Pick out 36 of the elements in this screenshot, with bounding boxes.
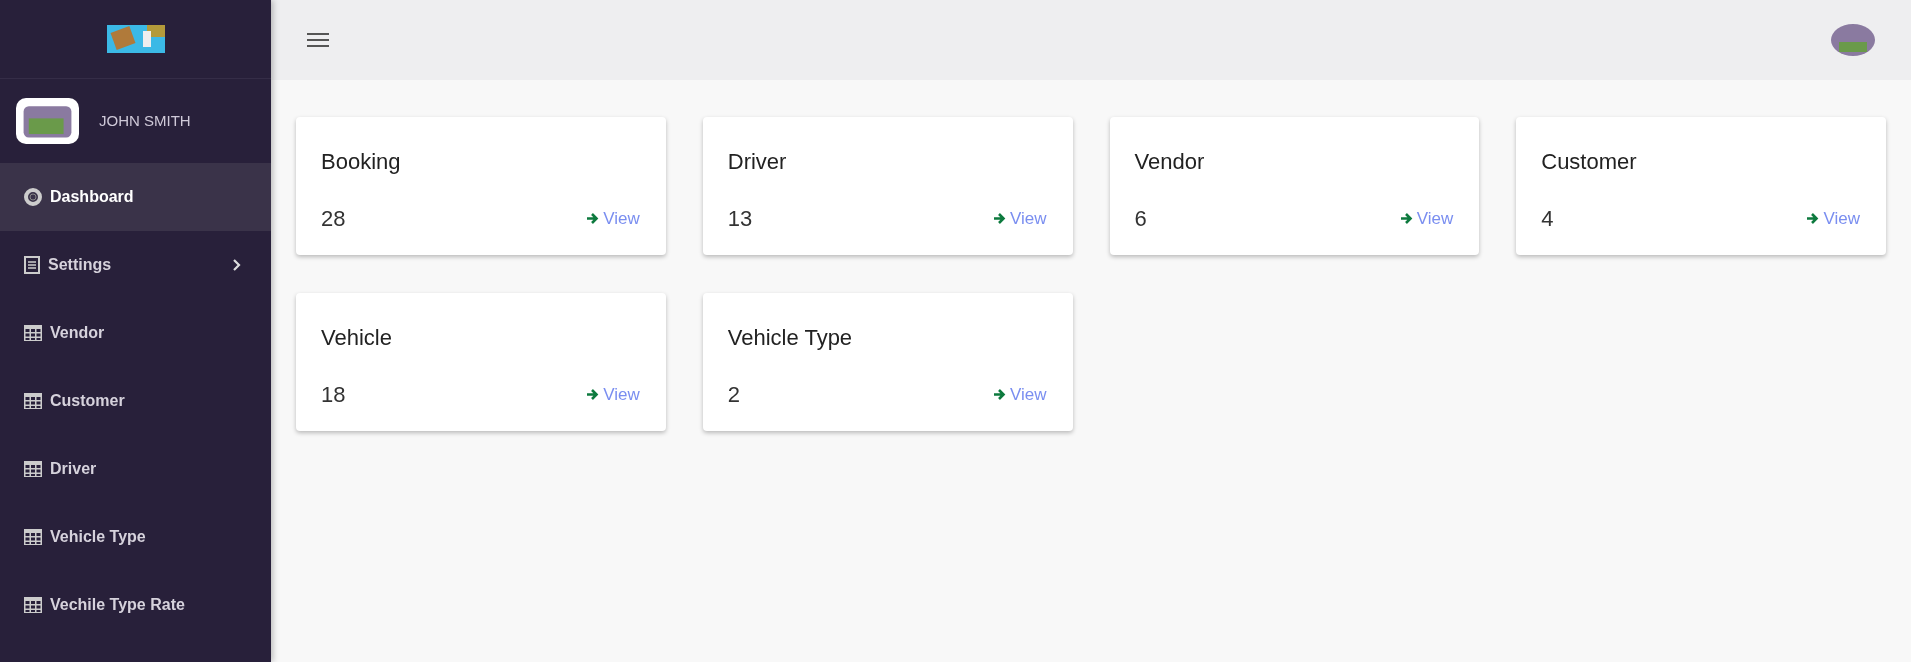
user-avatar[interactable] [1831, 24, 1875, 56]
sidebar-item[interactable]: Dashboard [0, 163, 271, 231]
count-value: 2 [727, 381, 740, 409]
card-title: Booking [321, 148, 402, 176]
arrow-right-icon [1399, 212, 1413, 225]
sidebar-item[interactable]: Vehicle Type [0, 503, 271, 571]
table-icon [24, 529, 42, 545]
card-title: Vehicle Type [727, 324, 854, 352]
sidebar-item[interactable]: Settings [0, 231, 271, 299]
count-value: 18 [321, 381, 346, 409]
count-value: 28 [321, 205, 346, 233]
card-title: Vendor [1134, 148, 1206, 176]
card-title: Vehicle [321, 324, 393, 352]
count-value: 6 [1134, 205, 1147, 233]
document-icon [24, 256, 40, 274]
menu-icon[interactable] [307, 32, 329, 48]
table-icon [24, 461, 42, 477]
arrow-right-icon [992, 212, 1006, 225]
count-value: 13 [727, 205, 753, 233]
card-title: Driver [727, 148, 788, 176]
card-title: Customer [1541, 148, 1638, 176]
user-name: JOHN SMITH [99, 110, 191, 131]
arrow-right-icon [1806, 212, 1820, 225]
arrow-right-icon [586, 388, 600, 401]
sidebar-item[interactable]: Vechile Type Rate [0, 571, 271, 639]
sidebar-item[interactable]: Vendor [0, 299, 271, 367]
arrow-right-icon [586, 212, 600, 225]
arrow-right-icon [992, 388, 1006, 401]
count-value: 4 [1541, 205, 1554, 233]
table-icon [24, 325, 42, 341]
table-icon [24, 393, 42, 409]
lifebuoy-icon [24, 188, 42, 206]
sidebar-item[interactable]: Customer [0, 367, 271, 435]
avatar-image [16, 98, 79, 144]
table-icon [24, 597, 42, 613]
sidebar-item[interactable]: Driver [0, 435, 271, 503]
